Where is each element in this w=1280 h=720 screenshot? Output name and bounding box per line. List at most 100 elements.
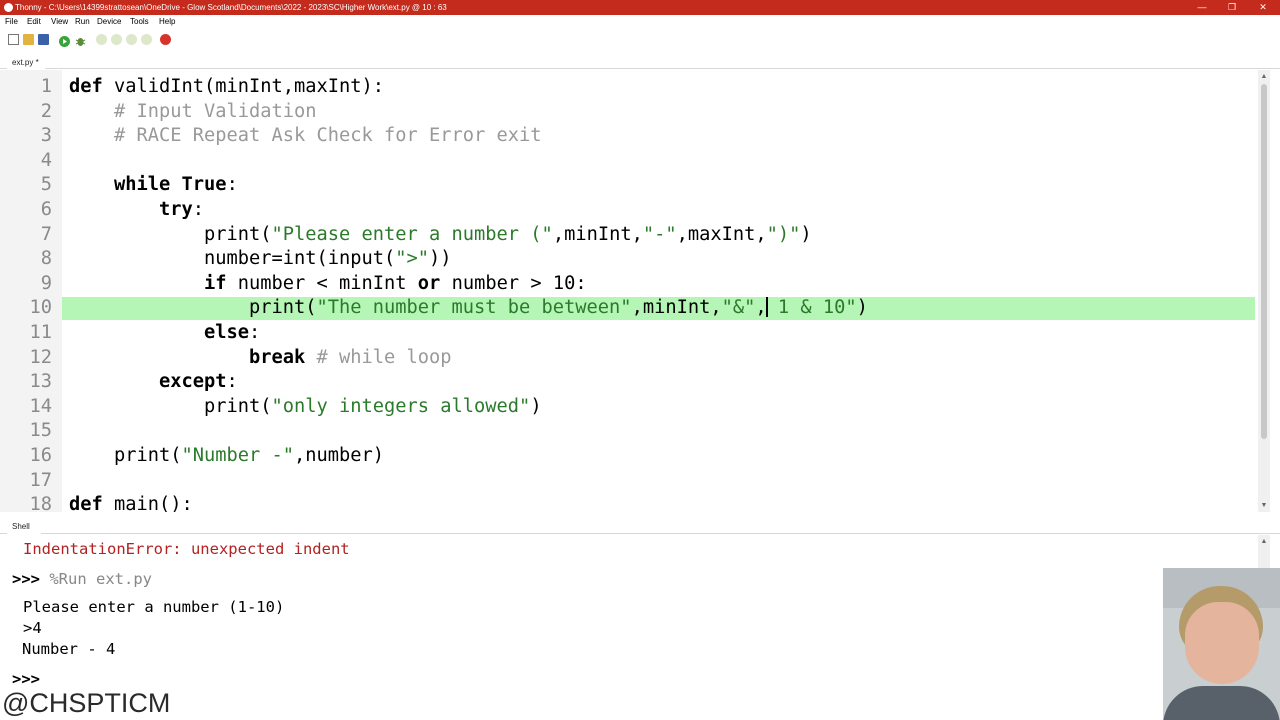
editor-scrollbar[interactable]: ▲ ▼ (1258, 70, 1270, 512)
channel-handle: @CHSPTICM (0, 686, 180, 720)
keyword: try (159, 199, 193, 220)
editor-scroll-thumb[interactable] (1261, 84, 1267, 439)
current-code-line: 10 print("The number must be between",mi… (0, 296, 1258, 321)
string-literal: 1 & 10" (766, 297, 857, 319)
code-editor[interactable]: 1 def validInt(minInt,maxInt): 2 # Input… (0, 70, 1258, 512)
scroll-down-icon[interactable]: ▼ (1260, 502, 1268, 510)
comment: # Input Validation (69, 100, 317, 122)
line-number: 10 (29, 297, 52, 319)
code-text: ,minInt, (552, 223, 643, 245)
line-number: 18 (29, 494, 52, 512)
scroll-up-icon[interactable]: ▲ (1260, 538, 1268, 546)
step-over-icon[interactable] (96, 34, 107, 45)
save-icon[interactable] (38, 34, 49, 45)
code-line: 17 (0, 469, 1258, 494)
run-icon[interactable] (59, 34, 70, 47)
keyword: if (204, 272, 227, 294)
code-line: 13 except: (0, 370, 1258, 395)
new-file-icon[interactable] (8, 34, 19, 45)
menu-file[interactable]: File (5, 15, 18, 29)
keyword: True (181, 174, 227, 196)
keyword: while (114, 174, 171, 196)
step-into-icon[interactable] (111, 34, 122, 45)
shell-run-line: >>> %Run ext.py (12, 569, 152, 589)
string-literal: "-" (642, 223, 677, 245)
code-text: number=int(input( (204, 248, 396, 270)
code-line: 14 print("only integers allowed") (0, 395, 1258, 420)
keyword: break (249, 346, 306, 368)
menu-edit[interactable]: Edit (27, 15, 41, 29)
string-literal: ">" (395, 248, 430, 270)
menu-device[interactable]: Device (97, 15, 121, 29)
thonny-logo-icon (4, 3, 13, 12)
string-literal: "Number -" (181, 445, 295, 466)
shell-error-message: IndentationError: unexpected indent (23, 540, 350, 558)
code-text: number < minInt (226, 272, 418, 294)
code-text: ,maxInt, (676, 223, 767, 245)
menu-help[interactable]: Help (159, 15, 175, 29)
step-out-icon[interactable] (126, 34, 137, 45)
code-text: ) (856, 297, 868, 319)
keyword: else (204, 322, 250, 343)
window-title: Thonny - C:\Users\14399strattosean\OneDr… (15, 3, 447, 12)
shell-prompt: >>> (12, 570, 50, 588)
string-literal: "only integers allowed" (271, 395, 531, 417)
menu-tools[interactable]: Tools (130, 15, 149, 29)
restore-button[interactable]: ❐ (1217, 0, 1247, 15)
shell-tab-bar: Shell (0, 519, 1280, 534)
line-number: 17 (29, 469, 52, 491)
code-text: : (226, 174, 238, 196)
menu-view[interactable]: View (51, 15, 68, 29)
string-literal: "Please enter a number (" (271, 223, 553, 245)
resume-icon[interactable] (141, 34, 152, 45)
code-text: ) (530, 395, 542, 417)
line-number: 4 (40, 149, 52, 171)
code-text: print( (249, 297, 317, 319)
minimize-button[interactable]: — (1187, 0, 1217, 15)
code-line: 1 def validInt(minInt,maxInt): (0, 75, 1258, 100)
line-number: 3 (40, 125, 52, 147)
code-text: print( (204, 395, 272, 417)
comment: # RACE Repeat Ask Check for Error exit (69, 125, 542, 147)
code-line: 9 if number < minInt or number > 10: (0, 272, 1258, 297)
code-line: 18 def main(): (0, 493, 1258, 512)
title-bar: Thonny - C:\Users\14399strattosean\OneDr… (0, 0, 1280, 15)
line-number: 9 (40, 272, 52, 294)
line-number: 16 (29, 445, 52, 466)
code-text: number > 10: (440, 272, 587, 294)
line-number: 14 (29, 395, 52, 417)
code-line: 3 # RACE Repeat Ask Check for Error exit (0, 124, 1258, 149)
keyword: except (159, 371, 227, 393)
keyword: def (69, 494, 103, 512)
string-literal: ")" (766, 223, 801, 245)
stop-icon[interactable] (160, 34, 171, 45)
scroll-up-icon[interactable]: ▲ (1260, 73, 1268, 81)
comment: # while loop (305, 346, 452, 368)
shell-output: Number - 4 (22, 640, 116, 658)
code-line: 11 else: (0, 321, 1258, 346)
open-file-icon[interactable] (23, 34, 34, 45)
code-text: validInt(minInt,maxInt): (102, 76, 385, 97)
code-text: print( (204, 223, 272, 245)
code-line: 15 (0, 419, 1258, 444)
menu-bar: File Edit View Run Device Tools Help (0, 15, 1280, 29)
line-number: 8 (40, 248, 52, 270)
string-literal: "The number must be between" (316, 297, 632, 319)
shell-tab[interactable]: Shell (7, 521, 41, 534)
keyword: or (417, 272, 441, 294)
menu-run[interactable]: Run (75, 15, 90, 29)
code-text: print( (114, 445, 182, 466)
editor-tab-ext-py[interactable]: ext.py * (7, 57, 45, 69)
shell-panel[interactable]: IndentationError: unexpected indent >>> … (0, 535, 1258, 688)
code-line: 16 print("Number -",number) (0, 444, 1258, 469)
code-text: ,number) (294, 445, 385, 466)
toolbar (0, 29, 1280, 51)
line-number: 7 (40, 223, 52, 245)
code-line: 2 # Input Validation (0, 100, 1258, 125)
code-text: ) (800, 223, 812, 245)
presenter-face (1185, 602, 1259, 684)
webcam-overlay (1163, 568, 1280, 720)
debug-icon[interactable] (75, 34, 86, 46)
code-line: 8 number=int(input(">")) (0, 247, 1258, 272)
close-button[interactable]: ✕ (1248, 0, 1278, 15)
